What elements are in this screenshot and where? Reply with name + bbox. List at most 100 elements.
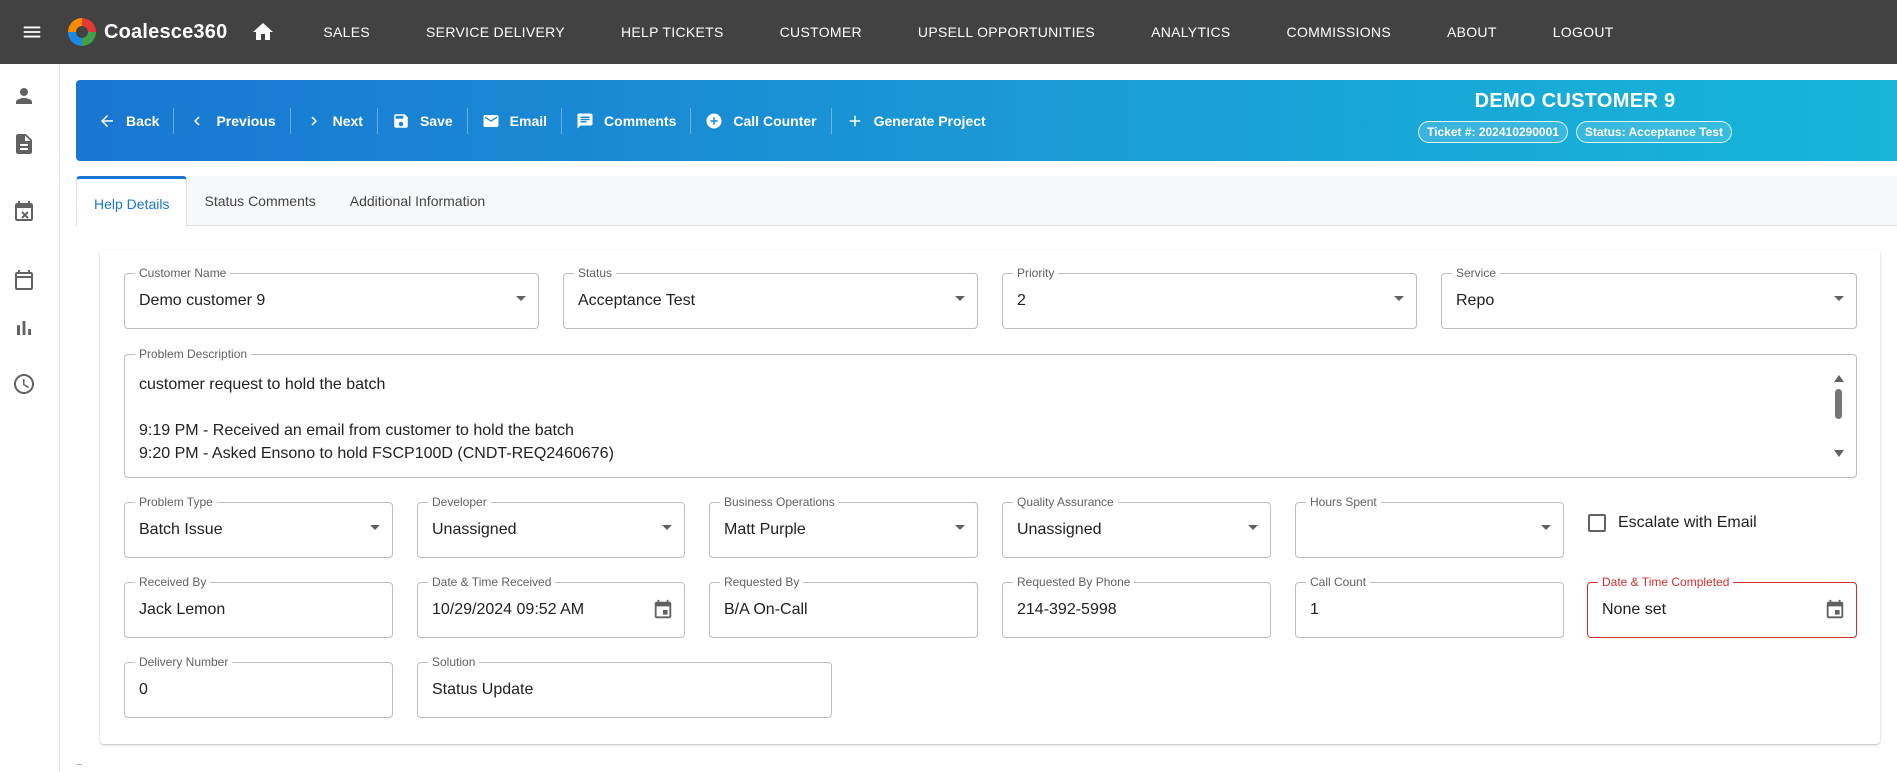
solution-value: Status Update xyxy=(432,681,534,698)
solution-field[interactable]: Solution Status Update xyxy=(417,654,832,718)
priority-select[interactable]: Priority 2 xyxy=(1002,265,1417,329)
problem-type-value: Batch Issue xyxy=(139,521,223,538)
requested-by-value: B/A On-Call xyxy=(724,601,808,618)
comments-button[interactable]: Comments xyxy=(562,103,690,139)
next-button[interactable]: Next xyxy=(291,103,377,139)
chevron-left-icon xyxy=(194,116,201,125)
priority-label: Priority xyxy=(1013,265,1059,281)
comment-icon xyxy=(577,113,593,128)
business-operations-label: Business Operations xyxy=(720,494,839,510)
calendar-icon[interactable] xyxy=(12,268,36,292)
side-rail xyxy=(0,64,60,772)
tab-help-details[interactable]: Help Details xyxy=(76,176,188,227)
dropdown-arrow-icon xyxy=(955,525,965,530)
quality-assurance-label: Quality Assurance xyxy=(1013,494,1118,510)
date-time-received-value: 10/29/2024 09:52 AM xyxy=(432,601,585,618)
received-by-field[interactable]: Received By Jack Lemon xyxy=(124,574,393,638)
delivery-number-field[interactable]: Delivery Number 0 xyxy=(124,654,393,718)
developer-value: Unassigned xyxy=(432,521,517,538)
requested-by-field[interactable]: Requested By B/A On-Call xyxy=(709,574,978,638)
previous-label: Previous xyxy=(216,112,276,129)
logo-icon xyxy=(68,18,96,46)
status-label: Status xyxy=(574,265,617,281)
problem-type-select[interactable]: Problem Type Batch Issue xyxy=(124,494,393,558)
call-count-value: 1 xyxy=(1310,601,1319,618)
dropdown-arrow-icon xyxy=(955,296,965,301)
back-label: Back xyxy=(126,112,160,129)
status-select[interactable]: Status Acceptance Test xyxy=(563,265,978,329)
business-operations-select[interactable]: Business Operations Matt Purple xyxy=(709,494,978,558)
dropdown-arrow-icon xyxy=(370,525,380,530)
nav-analytics[interactable]: ANALYTICS xyxy=(1123,0,1258,64)
tab-status-comments[interactable]: Status Comments xyxy=(187,176,332,226)
quality-assurance-select[interactable]: Quality Assurance Unassigned xyxy=(1002,494,1271,558)
generate-project-button[interactable]: Generate Project xyxy=(832,103,1000,139)
developer-select[interactable]: Developer Unassigned xyxy=(417,494,685,558)
textarea-scrollbar-thumb[interactable] xyxy=(1835,389,1842,419)
back-button[interactable]: Back xyxy=(84,103,173,139)
status-chip: Status: Acceptance Test xyxy=(1575,121,1732,143)
nav-commissions[interactable]: COMMISSIONS xyxy=(1259,0,1419,64)
service-select[interactable]: Service Repo xyxy=(1441,265,1857,329)
home-icon[interactable] xyxy=(241,0,285,64)
call-count-label: Call Count xyxy=(1306,574,1371,590)
document-icon[interactable] xyxy=(12,132,36,156)
clock-icon[interactable] xyxy=(12,372,36,396)
escalate-with-email-checkbox[interactable]: Escalate with Email xyxy=(1588,514,1757,532)
service-label: Service xyxy=(1452,265,1501,281)
call-count-field[interactable]: Call Count 1 xyxy=(1295,574,1564,638)
checkbox-box[interactable] xyxy=(1588,514,1606,532)
customer-name-select[interactable]: Customer Name Demo customer 9 xyxy=(124,265,539,329)
received-by-value: Jack Lemon xyxy=(139,601,226,618)
nav-about[interactable]: ABOUT xyxy=(1419,0,1525,64)
nav-service-delivery[interactable]: SERVICE DELIVERY xyxy=(398,0,593,64)
requested-by-phone-field[interactable]: Requested By Phone 214-392-5998 xyxy=(1002,574,1271,638)
nav-help-tickets[interactable]: HELP TICKETS xyxy=(593,0,752,64)
problem-description-textarea[interactable]: Problem Description customer request to … xyxy=(124,346,1857,478)
delivery-number-value: 0 xyxy=(139,681,148,698)
ticket-number-chip: Ticket #: 202410290001 xyxy=(1418,121,1568,143)
date-time-completed-field[interactable]: Date & Time Completed None set xyxy=(1587,574,1857,638)
record-toolbar: Back Previous Next Save Email Comments C… xyxy=(84,103,1000,139)
customer-name-label: Customer Name xyxy=(135,265,231,281)
nav-sales[interactable]: SALES xyxy=(295,0,398,64)
requested-by-phone-value: 214-392-5998 xyxy=(1017,601,1117,618)
record-header: Back Previous Next Save Email Comments C… xyxy=(76,80,1897,161)
previous-button[interactable]: Previous xyxy=(174,103,289,139)
received-by-label: Received By xyxy=(135,574,211,590)
dropdown-arrow-icon xyxy=(1394,296,1404,301)
calendar-picker-icon[interactable] xyxy=(652,599,674,621)
app-name: Coalesce360 xyxy=(104,20,228,43)
email-button[interactable]: Email xyxy=(468,103,561,139)
date-time-received-field[interactable]: Date & Time Received 10/29/2024 09:52 AM xyxy=(417,574,685,638)
scroll-up-arrow-icon[interactable] xyxy=(1834,375,1844,382)
save-button[interactable]: Save xyxy=(378,103,467,139)
detail-tabs: Help Details Status Comments Additional … xyxy=(76,176,1897,227)
delivery-number-label: Delivery Number xyxy=(135,654,233,670)
scroll-down-arrow-icon[interactable] xyxy=(1834,450,1844,457)
description-line: customer request to hold the batch xyxy=(139,376,386,393)
date-time-received-label: Date & Time Received xyxy=(428,574,556,590)
requested-by-label: Requested By xyxy=(720,574,804,590)
dropdown-arrow-icon xyxy=(1834,296,1844,301)
customer-summary: DEMO CUSTOMER 9 Ticket #: 202410290001 S… xyxy=(1330,90,1820,143)
save-icon xyxy=(394,113,408,128)
calendar-x-icon[interactable] xyxy=(12,200,36,224)
hamburger-menu-icon[interactable] xyxy=(0,0,64,64)
save-label: Save xyxy=(419,112,453,129)
nav-logout[interactable]: LOGOUT xyxy=(1525,0,1642,64)
hours-spent-select[interactable]: Hours Spent xyxy=(1295,494,1564,558)
problem-type-label: Problem Type xyxy=(135,494,217,510)
calendar-picker-icon[interactable] xyxy=(1824,599,1846,621)
nav-customer[interactable]: CUSTOMER xyxy=(752,0,890,64)
priority-value: 2 xyxy=(1017,292,1026,309)
solution-label: Solution xyxy=(428,654,480,670)
tab-additional-information[interactable]: Additional Information xyxy=(333,176,502,226)
nav-upsell-opportunities[interactable]: UPSELL OPPORTUNITIES xyxy=(890,0,1123,64)
problem-description-label: Problem Description xyxy=(135,346,252,362)
person-icon[interactable] xyxy=(12,84,36,108)
app-logo[interactable]: Coalesce360 xyxy=(68,18,227,46)
dropdown-arrow-icon xyxy=(662,525,672,530)
bar-chart-icon[interactable] xyxy=(12,316,36,340)
call-counter-button[interactable]: Call Counter xyxy=(691,103,830,139)
